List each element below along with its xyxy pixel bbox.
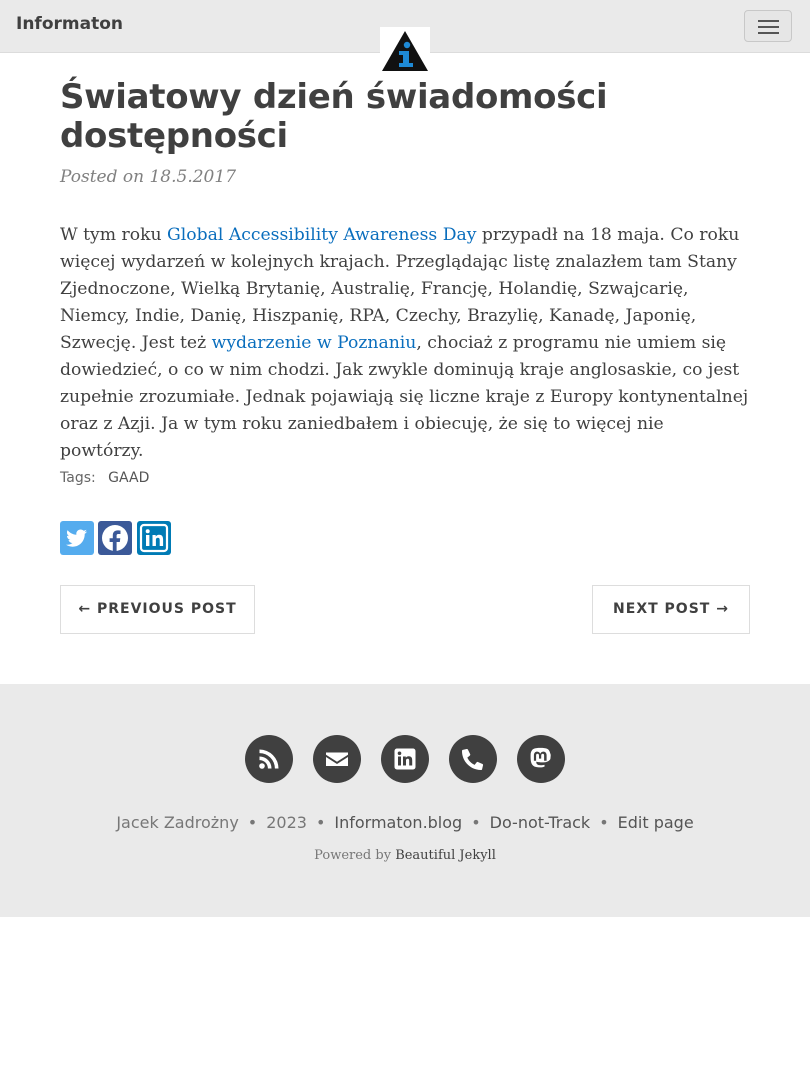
tag-link[interactable]: GAAD — [108, 470, 149, 486]
share-linkedin-button[interactable] — [137, 521, 171, 555]
previous-post-button[interactable]: ← PREVIOUS POST — [60, 585, 255, 634]
copyright-year: 2023 — [266, 813, 307, 832]
tags-label: Tags: — [60, 470, 96, 486]
linkedin-icon — [139, 523, 169, 553]
footer-email-button[interactable] — [313, 735, 361, 783]
envelope-icon — [326, 752, 348, 766]
phone-icon — [462, 748, 484, 770]
footer-linkedin-button[interactable] — [381, 735, 429, 783]
footer-mastodon-button[interactable] — [517, 735, 565, 783]
hamburger-icon-bar — [758, 26, 779, 28]
title-line-2: dostępności — [60, 116, 288, 156]
post-tags: Tags: GAAD — [60, 470, 149, 486]
footer — [0, 684, 810, 917]
post-body: W tym roku Global Accessibility Awarenes… — [60, 222, 750, 465]
navbar-toggle-button[interactable] — [744, 10, 792, 42]
hamburger-icon-bar — [758, 32, 779, 34]
post-date: 18.5.2017 — [149, 167, 237, 187]
powered-by-label: Powered by — [314, 848, 392, 863]
footer-rss-button[interactable] — [245, 735, 293, 783]
brand-link[interactable]: Informaton — [16, 14, 123, 34]
poznan-event-link[interactable]: wydarzenie w Poznaniu — [212, 333, 417, 353]
separator-dot: • — [599, 813, 609, 832]
title-line-1: Światowy dzień świadomości — [60, 77, 608, 117]
share-twitter-button[interactable] — [60, 521, 94, 555]
separator-dot: • — [315, 813, 326, 832]
author-name: Jacek Zadrożny — [116, 813, 239, 832]
share-facebook-button[interactable] — [98, 521, 132, 555]
separator-dot: • — [471, 813, 481, 832]
edit-page-link[interactable]: Edit page — [618, 813, 694, 832]
powered-by: Powered by Beautiful Jekyll — [0, 848, 810, 863]
beautiful-jekyll-link[interactable]: Beautiful Jekyll — [395, 848, 496, 863]
twitter-icon — [66, 529, 87, 547]
do-not-track-link[interactable]: Do-not-Track — [490, 813, 591, 832]
linkedin-icon — [394, 748, 416, 770]
gaad-link[interactable]: Global Accessibility Awareness Day — [167, 225, 476, 245]
facebook-icon — [102, 525, 128, 552]
posted-label: Posted on — [60, 167, 145, 187]
post-meta: Posted on 18.5.2017 — [60, 167, 236, 187]
hamburger-icon-bar — [758, 20, 779, 22]
next-post-button[interactable]: NEXT POST → — [592, 585, 750, 634]
info-triangle-logo[interactable] — [380, 27, 430, 73]
footer-phone-button[interactable] — [449, 735, 497, 783]
page-title: Światowy dzień świadomości dostępności — [60, 78, 750, 156]
mastodon-icon — [530, 747, 551, 768]
footer-copyright: Jacek Zadrożny • 2023 • Informaton.blog • Do-n… — [0, 813, 810, 832]
body-text-1: W tym roku — [60, 225, 168, 245]
separator-dot: • — [247, 813, 258, 832]
rss-icon — [259, 749, 279, 769]
site-link[interactable]: Informaton.blog — [334, 813, 462, 832]
